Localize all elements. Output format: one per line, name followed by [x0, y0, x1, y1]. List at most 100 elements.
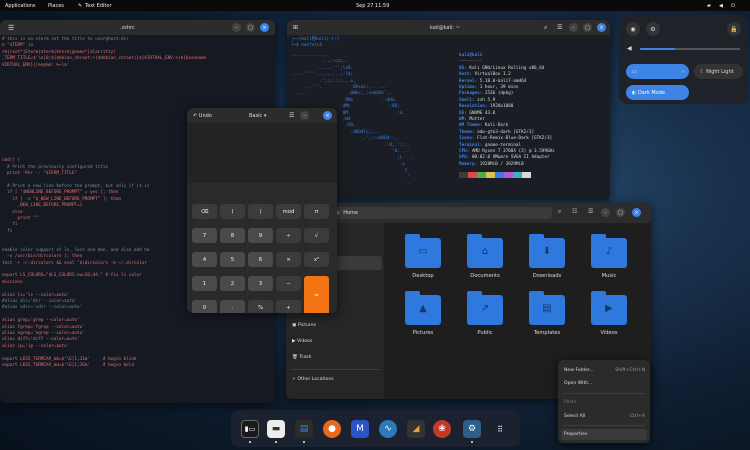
calc-key[interactable]: 9: [248, 228, 273, 243]
equals-button[interactable]: =: [304, 276, 329, 313]
sidebar-item-other-locations[interactable]: + Other Locations: [292, 377, 334, 382]
calc-key[interactable]: −: [276, 276, 301, 291]
applications-menu[interactable]: Applications: [5, 3, 36, 9]
firefox-icon[interactable]: ●: [323, 420, 341, 438]
files-app-icon[interactable]: ▤: [295, 420, 313, 438]
dark-mode-toggle[interactable]: ◐ Dark Mode: [626, 85, 689, 100]
location-bar[interactable]: ⌂ Home: [330, 207, 552, 219]
terminal-app-icon[interactable]: ▮▭: [241, 420, 259, 438]
mode-selector[interactable]: Basic ▾: [249, 113, 266, 119]
text-editor-app-icon[interactable]: ▬: [267, 420, 285, 438]
calc-key[interactable]: 4: [192, 252, 217, 267]
network-icon[interactable]: ▰: [707, 3, 711, 9]
calc-key[interactable]: √: [304, 228, 329, 243]
folder-item[interactable]: ▶ Videos: [584, 291, 634, 336]
burpsuite-icon[interactable]: ◢: [407, 420, 425, 438]
menu-item-shortcut: Shift+Ctrl+N: [615, 368, 645, 373]
close-icon[interactable]: ×: [597, 23, 606, 32]
search-icon[interactable]: ⌕: [544, 24, 547, 32]
close-icon[interactable]: ×: [323, 111, 332, 120]
calc-key[interactable]: π: [304, 204, 329, 219]
view-options-icon[interactable]: ☷: [572, 208, 577, 215]
menu-divider: [563, 425, 645, 426]
minimize-icon[interactable]: –: [569, 23, 578, 32]
calc-key[interactable]: +: [276, 300, 301, 313]
menu-icon[interactable]: ☰: [588, 208, 593, 215]
calc-key[interactable]: 3: [248, 276, 273, 291]
active-app-label[interactable]: Text Editor: [85, 3, 112, 9]
minimize-icon[interactable]: –: [300, 111, 309, 120]
night-light-toggle[interactable]: ☾ Night Light: [694, 64, 743, 79]
calc-key[interactable]: ÷: [276, 228, 301, 243]
sidebar-item-trash[interactable]: 🗑 Trash: [292, 355, 311, 360]
calc-key[interactable]: 8: [220, 228, 245, 243]
terminal-menu-icon[interactable]: ☰: [557, 24, 562, 31]
maximize-icon[interactable]: □: [616, 208, 625, 217]
undo-button[interactable]: ↶ Undo: [193, 113, 212, 119]
calc-key[interactable]: 5: [220, 252, 245, 267]
sidebar-item-pictures[interactable]: ▣ Pictures: [292, 323, 316, 328]
volume-icon[interactable]: ◀: [719, 3, 723, 9]
network-toggle[interactable]: ▭ ›: [626, 64, 689, 79]
new-tab-icon[interactable]: ⊞: [293, 24, 298, 31]
volume-slider[interactable]: [640, 48, 740, 50]
calc-key[interactable]: 2: [220, 276, 245, 291]
folder-item[interactable]: ♪ Music: [584, 234, 634, 279]
folder-item[interactable]: ↗ Public: [460, 291, 510, 336]
dock: ▮▭ ▬ ▤ ● M ∿ ◢ ❀ ⚙ ⠿: [231, 410, 520, 447]
minimize-icon[interactable]: –: [232, 23, 241, 32]
sidebar-item-videos[interactable]: ▶ Videos: [292, 339, 312, 344]
calc-key[interactable]: .: [220, 300, 245, 313]
clock[interactable]: Sep 27 11:59: [356, 3, 389, 9]
menu-item-open-with[interactable]: Open With...: [564, 378, 645, 389]
maximize-icon[interactable]: □: [583, 23, 592, 32]
lock-icon[interactable]: 🔒: [727, 22, 741, 36]
menu-item-properties[interactable]: Properties: [561, 429, 647, 440]
calc-key[interactable]: ×: [276, 252, 301, 267]
folder-icon: ⬇: [529, 234, 565, 268]
folder-label: Pictures: [412, 330, 434, 336]
folder-icon: ▲: [405, 291, 441, 325]
folder-item[interactable]: ▭ Desktop: [398, 234, 448, 279]
calc-key[interactable]: %: [248, 300, 273, 313]
folder-item[interactable]: ▲ Pictures: [398, 291, 448, 336]
search-icon[interactable]: ⌕: [558, 208, 561, 216]
calc-key[interactable]: 1: [192, 276, 217, 291]
folder-item[interactable]: ▤ Templates: [522, 291, 572, 336]
editor-menu-icon[interactable]: ☰: [8, 24, 14, 32]
calc-key[interactable]: ⌫: [192, 204, 217, 219]
menu-item-select-all[interactable]: Select All Ctrl+A: [564, 411, 645, 422]
minimize-icon[interactable]: –: [601, 208, 610, 217]
color-swatch: [468, 172, 477, 178]
close-icon[interactable]: ×: [632, 208, 641, 217]
location-label: Home: [343, 210, 358, 216]
folder-item[interactable]: ⌂ Documents: [460, 234, 510, 279]
color-swatch: [477, 172, 486, 178]
calc-key[interactable]: ): [248, 204, 273, 219]
wireshark-icon[interactable]: ∿: [379, 420, 397, 438]
menu-item-new-folder[interactable]: New Folder... Shift+Ctrl+N: [564, 365, 645, 376]
power-icon[interactable]: ⏻: [731, 3, 735, 9]
calc-key[interactable]: 0: [192, 300, 217, 313]
maximize-icon[interactable]: □: [246, 23, 255, 32]
settings-gear-icon[interactable]: ⚙: [646, 22, 660, 36]
places-menu[interactable]: Places: [48, 3, 64, 9]
calc-key[interactable]: (: [220, 204, 245, 219]
calculator-menu-icon[interactable]: ☰: [289, 112, 294, 119]
close-icon[interactable]: ×: [260, 23, 269, 32]
volume-icon: ◀: [627, 45, 632, 52]
metasploit-icon[interactable]: M: [351, 420, 369, 438]
calc-key[interactable]: 6: [248, 252, 273, 267]
cherrytree-icon[interactable]: ❀: [433, 420, 451, 438]
calc-key[interactable]: 7: [192, 228, 217, 243]
screenshot-icon[interactable]: ◉: [626, 22, 640, 36]
calc-key[interactable]: mod: [276, 204, 301, 219]
show-apps-grid-icon[interactable]: ⠿: [491, 420, 509, 438]
arrow-right-icon[interactable]: ›: [682, 69, 684, 75]
top-bar: Applications Places ✎ Text Editor Sep 27…: [0, 0, 750, 11]
settings-tool-icon[interactable]: ⚙: [463, 420, 481, 438]
calc-key[interactable]: x²: [304, 252, 329, 267]
menu-item-paste[interactable]: Paste: [564, 397, 645, 408]
color-swatch: [513, 172, 522, 178]
folder-item[interactable]: ⬇ Downloads: [522, 234, 572, 279]
